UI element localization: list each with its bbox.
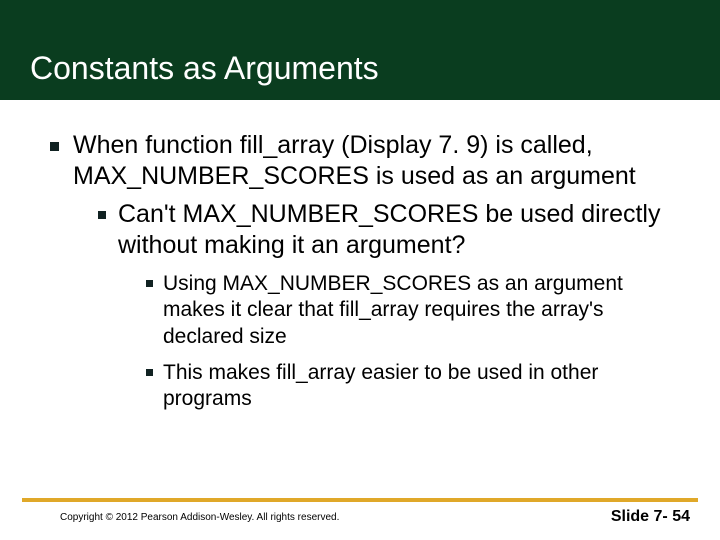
content-area: When function fill_array (Display 7. 9) … [0,100,720,412]
square-bullet-icon [50,142,59,151]
slide: Constants as Arguments When function fil… [0,0,720,540]
bullet-level3: This makes fill_array easier to be used … [146,360,680,413]
bullet-text: Using MAX_NUMBER_SCORES as an argument m… [163,271,680,350]
bullet-text: When function fill_array (Display 7. 9) … [73,130,680,193]
footer: Copyright © 2012 Pearson Addison-Wesley.… [0,498,720,540]
title-band: Constants as Arguments [0,0,720,100]
bullet-level1: When function fill_array (Display 7. 9) … [50,130,680,193]
bullet-level3: Using MAX_NUMBER_SCORES as an argument m… [146,271,680,350]
footer-row: Copyright © 2012 Pearson Addison-Wesley.… [0,508,720,540]
slide-title: Constants as Arguments [30,50,379,87]
accent-line [22,498,698,502]
bullet-text: This makes fill_array easier to be used … [163,360,680,413]
square-bullet-icon [98,211,106,219]
square-bullet-icon [146,369,153,376]
square-bullet-icon [146,280,153,287]
bullet-text: Can't MAX_NUMBER_SCORES be used directly… [118,199,680,262]
bullet-level2: Can't MAX_NUMBER_SCORES be used directly… [98,199,680,262]
copyright-text: Copyright © 2012 Pearson Addison-Wesley.… [60,512,339,523]
slide-number: Slide 7- 54 [611,508,690,526]
